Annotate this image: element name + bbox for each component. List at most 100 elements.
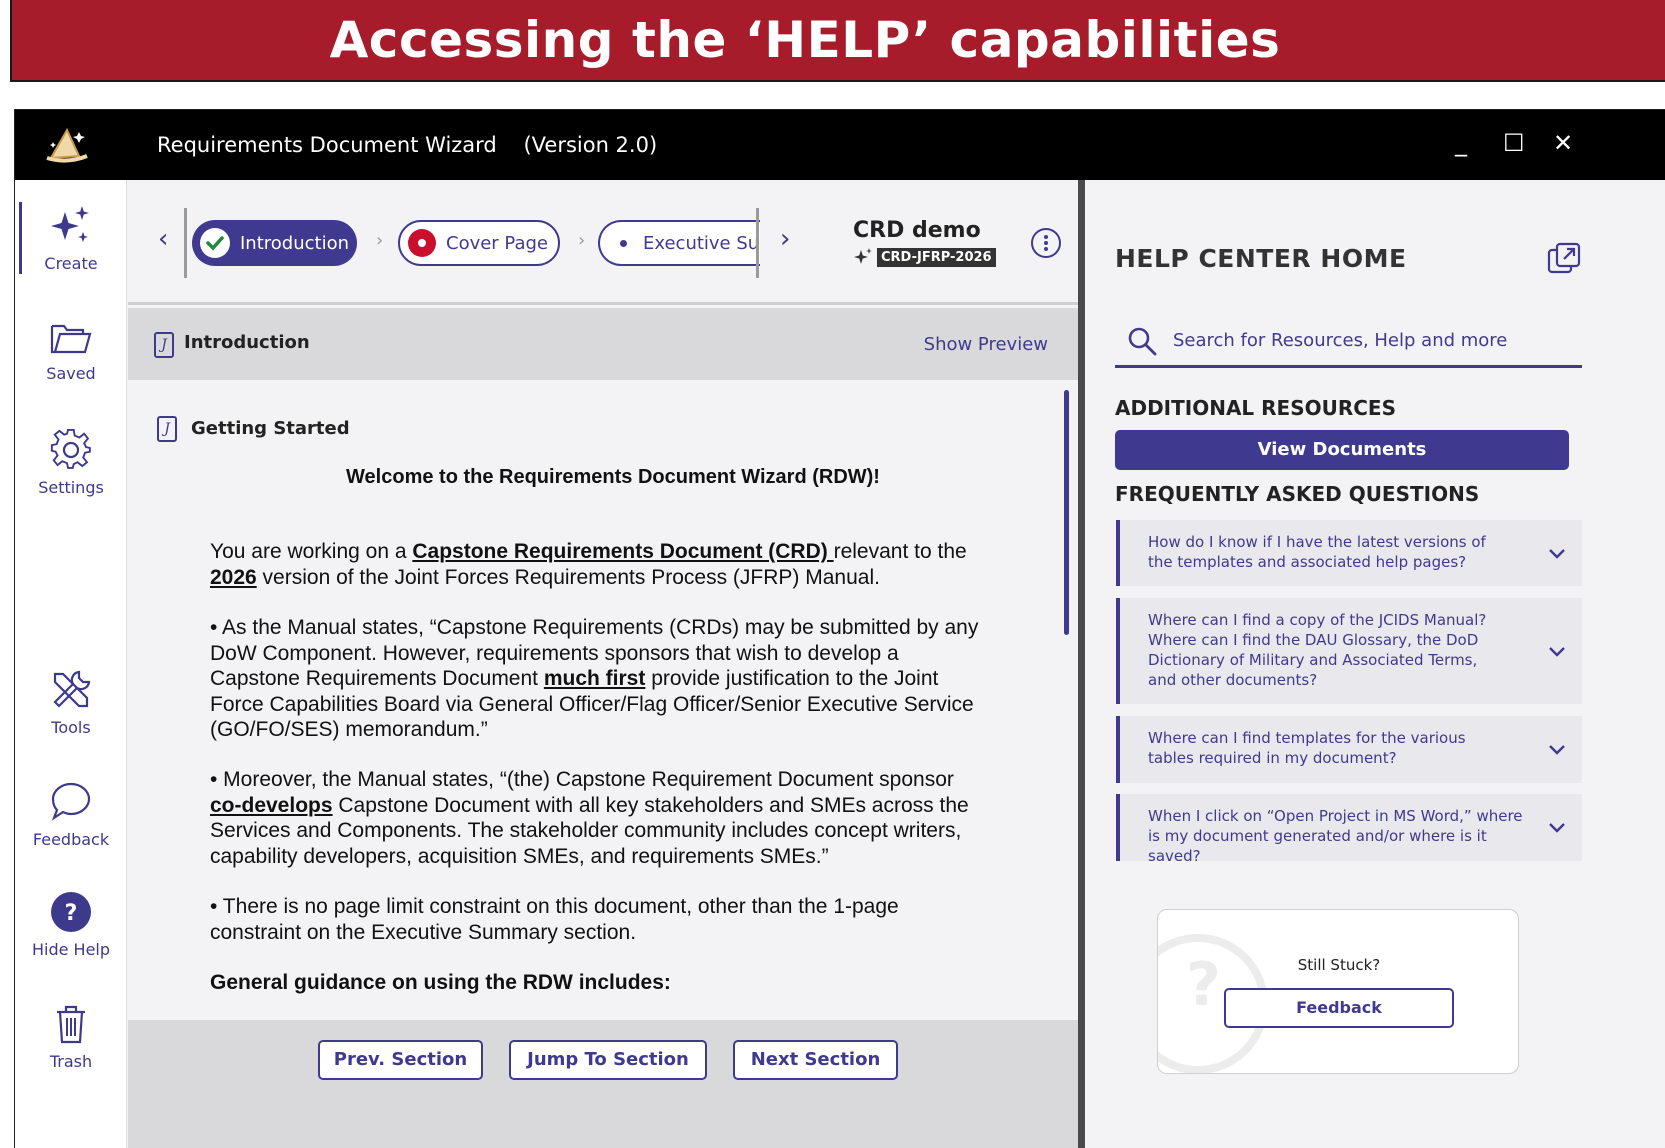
prev-section-button[interactable]: Prev. Section <box>318 1040 483 1080</box>
jump-to-section-button[interactable]: Jump To Section <box>509 1040 707 1080</box>
paragraph-4: • There is no page limit constraint on t… <box>210 895 899 944</box>
minimize-button[interactable]: _ <box>1455 128 1467 158</box>
app-window: Requirements Document Wizard (Version 2.… <box>14 109 1665 1148</box>
left-rail: Create Saved Settings Tools Feedback ? H… <box>15 180 127 1148</box>
still-stuck-card: ? Still Stuck? Feedback <box>1157 909 1519 1074</box>
still-stuck-text: Still Stuck? <box>1297 956 1381 974</box>
resources-heading: ADDITIONAL RESOURCES <box>1115 396 1396 420</box>
step-executive-summary[interactable]: Executive Su <box>598 220 760 266</box>
paragraph-5: General guidance on using the RDW includ… <box>210 971 671 994</box>
next-section-button[interactable]: Next Section <box>733 1040 898 1080</box>
stepper-divider <box>184 208 187 278</box>
section-header: J Introduction Show Preview <box>128 308 1078 380</box>
paragraph-3: • Moreover, the Manual states, “(the) Ca… <box>210 767 990 869</box>
help-panel: HELP CENTER HOME ADDITIONAL RESOURCES Vi… <box>1085 180 1665 1148</box>
rail-label: Trash <box>49 1052 93 1071</box>
faq-question: Where can I find templates for the vario… <box>1148 729 1466 767</box>
rail-label: Hide Help <box>31 940 111 959</box>
welcome-heading: Welcome to the Requirements Document Wiz… <box>346 466 880 488</box>
faq-question: When I click on “Open Project in MS Word… <box>1148 807 1523 865</box>
text: • Moreover, the Manual states, “(the) Ca… <box>210 768 954 791</box>
help-search-input[interactable] <box>1173 324 1573 356</box>
error-dot-icon <box>408 229 436 257</box>
document-id: CRD-JFRP-2026 <box>877 247 996 267</box>
slide-banner: Accessing the ‘HELP’ capabilities <box>10 0 1665 82</box>
rail-item-settings[interactable]: Settings <box>15 428 127 497</box>
document-id-badge: CRD-JFRP-2026 <box>853 247 996 267</box>
section-footer: Prev. Section Jump To Section Next Secti… <box>128 1020 1078 1148</box>
rail-item-hide-help[interactable]: ? Hide Help <box>15 890 127 959</box>
faq-question: Where can I find a copy of the JCIDS Man… <box>1148 611 1487 689</box>
close-button[interactable]: ✕ <box>1553 128 1573 158</box>
faq-heading: FREQUENTLY ASKED QUESTIONS <box>1115 482 1480 506</box>
text: You are working on a <box>210 540 413 563</box>
section-doc-icon: J <box>154 332 174 358</box>
content-scrollbar[interactable] <box>1064 390 1069 635</box>
section-stepper: ‹ Introduction › Cover Page › Executive … <box>128 180 1078 305</box>
rail-item-create[interactable]: Create <box>15 204 127 273</box>
panel-splitter[interactable] <box>1078 180 1085 1148</box>
step-label: Cover Page <box>446 232 549 254</box>
text: relevant to the <box>833 540 967 563</box>
faq-item[interactable]: Where can I find templates for the vario… <box>1116 716 1582 783</box>
rail-label: Saved <box>46 364 96 383</box>
rail-item-saved[interactable]: Saved <box>15 318 127 383</box>
faq-item[interactable]: When I click on “Open Project in MS Word… <box>1116 794 1582 865</box>
folder-icon <box>50 324 92 354</box>
text: version of the Joint Forces Requirements… <box>256 565 880 589</box>
step-introduction[interactable]: Introduction <box>192 220 357 266</box>
rail-label: Tools <box>51 718 91 737</box>
wizard-hat-icon <box>46 127 88 163</box>
emphasis: co-develops <box>210 793 333 817</box>
chevron-down-icon <box>1549 823 1565 833</box>
document-name: CRD demo <box>853 218 981 243</box>
chat-bubble-icon <box>51 782 91 821</box>
chevron-down-icon <box>1549 647 1565 657</box>
subsection-doc-icon: J <box>157 416 177 442</box>
rail-item-tools[interactable]: Tools <box>15 668 127 737</box>
feedback-button[interactable]: Feedback <box>1224 988 1454 1028</box>
maximize-button[interactable]: ☐ <box>1503 128 1525 158</box>
rail-label: Settings <box>38 478 104 497</box>
svg-text:?: ? <box>65 901 78 926</box>
faq-question: How do I know if I have the latest versi… <box>1148 533 1486 571</box>
bullet-icon <box>620 239 627 247</box>
main-panel: ‹ Introduction › Cover Page › Executive … <box>128 180 1078 1148</box>
crd-link[interactable]: Capstone Requirements Document (CRD) <box>412 540 833 563</box>
search-icon <box>1128 327 1157 356</box>
help-title: HELP CENTER HOME <box>1115 244 1407 273</box>
stepper-next-arrow[interactable]: › <box>780 224 790 254</box>
rail-item-feedback[interactable]: Feedback <box>15 780 127 849</box>
subsection-title: Getting Started <box>191 418 350 439</box>
popout-icon[interactable] <box>1547 242 1581 276</box>
step-cover-page[interactable]: Cover Page <box>398 220 560 266</box>
show-preview-link[interactable]: Show Preview <box>924 334 1048 355</box>
question-circle-icon: ? <box>51 892 91 932</box>
emphasis: much first <box>543 667 646 690</box>
banner-title: Accessing the ‘HELP’ capabilities <box>329 11 1281 69</box>
section-title: Introduction <box>184 332 310 353</box>
chevron-right-icon: › <box>578 230 586 251</box>
more-options-button[interactable] <box>1031 228 1061 258</box>
rail-item-trash[interactable]: Trash <box>15 1002 127 1071</box>
stepper-prev-arrow[interactable]: ‹ <box>158 224 168 254</box>
help-search <box>1115 316 1582 368</box>
faq-item[interactable]: How do I know if I have the latest versi… <box>1116 520 1582 586</box>
faq-item[interactable]: Where can I find a copy of the JCIDS Man… <box>1116 598 1582 704</box>
window-title: Requirements Document Wizard (Version 2.… <box>157 133 658 157</box>
chevron-down-icon <box>1549 549 1565 559</box>
chevron-right-icon: › <box>376 230 384 251</box>
rail-label: Feedback <box>32 830 110 849</box>
title-bar: Requirements Document Wizard (Version 2.… <box>15 110 1665 180</box>
step-label: Executive Su <box>643 232 760 254</box>
sparkles-icon <box>51 206 89 242</box>
paragraph-1: You are working on a Capstone Requiremen… <box>210 539 990 590</box>
view-documents-button[interactable]: View Documents <box>1115 430 1569 470</box>
paragraph-2: • As the Manual states, “Capstone Requir… <box>210 615 990 743</box>
gear-icon <box>50 428 91 469</box>
chevron-down-icon <box>1549 745 1565 755</box>
rail-label: Create <box>44 254 98 273</box>
year-highlight: 2026 <box>210 565 257 589</box>
section-content: J Getting Started Welcome to the Require… <box>128 380 1078 1020</box>
trash-icon <box>57 1005 85 1044</box>
